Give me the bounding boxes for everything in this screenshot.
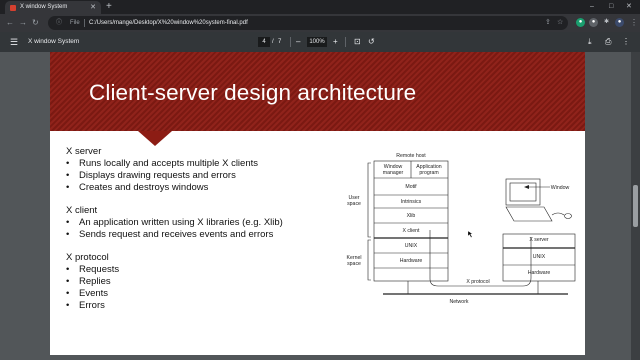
rotate-icon[interactable]: ↺ [368, 32, 375, 52]
page-separator: / [272, 39, 274, 45]
tab-close-icon[interactable]: ✕ [90, 1, 96, 14]
tab-title: X window System [20, 4, 68, 10]
motif-label: Motif [405, 184, 417, 190]
extensions-puzzle-icon[interactable]: ✱ [602, 18, 611, 27]
pdf-favicon-icon [10, 5, 16, 11]
user-space-line2: space [347, 201, 361, 207]
x-protocol-label: X protocol [466, 279, 489, 285]
info-icon[interactable]: ⓘ [56, 16, 62, 30]
extension-gray-icon[interactable]: ● [589, 18, 598, 27]
bullet-item: Creates and destroys windows [66, 182, 336, 194]
window-label: Window [551, 185, 570, 191]
kernel-space-line2: space [347, 261, 361, 267]
print-icon[interactable]: ⎙ [605, 32, 611, 52]
file-scheme-label: File [70, 20, 80, 26]
page-number-input[interactable]: 4 [258, 37, 270, 47]
extension-green-icon[interactable]: ● [576, 18, 585, 27]
scrollbar-thumb[interactable] [633, 185, 638, 227]
toolbar-divider [290, 37, 291, 47]
section-heading: X server [66, 146, 102, 157]
back-arrow-icon[interactable]: ← [6, 17, 14, 29]
close-window-button[interactable]: ✕ [626, 0, 632, 13]
mouse-cursor-icon [467, 230, 473, 238]
bullet-list: X server Runs locally and accepts multip… [66, 146, 336, 312]
intrinsics-label: Intrinsics [401, 199, 422, 205]
bullet-item: Requests [66, 264, 336, 276]
xlib-label: Xlib [407, 213, 416, 219]
download-icon[interactable]: ⤓ [588, 32, 592, 52]
browser-tab[interactable]: X window System ✕ [5, 1, 101, 14]
remote-host-label: Remote host [396, 153, 426, 159]
bullet-item: Events [66, 288, 336, 300]
bullet-item: An application written using X libraries… [66, 217, 336, 229]
bookmark-star-icon[interactable]: ☆ [557, 16, 563, 30]
zoom-out-button[interactable]: – [296, 32, 300, 52]
bullet-item: Replies [66, 276, 336, 288]
x-client-label: X client [402, 228, 420, 234]
slide-title: Client-server design architecture [89, 80, 417, 105]
bullet-item: Runs locally and accepts multiple X clie… [66, 158, 336, 170]
forward-arrow-icon[interactable]: → [19, 17, 27, 29]
address-bar[interactable]: ⓘ File C:/Users/mange/Desktop/X%20window… [48, 16, 568, 30]
unix-right-label: UNIX [533, 254, 546, 260]
architecture-diagram: Remote host Window manager Application p… [347, 153, 576, 305]
share-icon[interactable]: ⇪ [545, 16, 551, 30]
new-tab-button[interactable]: + [106, 0, 112, 14]
hardware-left-label: Hardware [400, 258, 423, 264]
title-banner: Client-server design architecture [50, 52, 585, 131]
x-server-label: X server [529, 237, 549, 243]
toolbar-divider [345, 37, 346, 47]
bullet-item: Sends request and receives events and er… [66, 229, 336, 241]
pdf-page: Client-server design architecture X serv… [50, 52, 585, 355]
browser-menu-icon[interactable]: ⋮ [630, 17, 638, 29]
section-heading: X client [66, 205, 98, 216]
network-label: Network [449, 299, 468, 305]
hamburger-menu-icon[interactable]: ☰ [10, 35, 18, 49]
application-program-line2: program [419, 170, 438, 176]
url-text[interactable]: C:/Users/mange/Desktop/X%20window%20syst… [89, 16, 248, 30]
address-separator [84, 19, 85, 27]
window-manager-line2: manager [383, 170, 404, 176]
maximize-button[interactable]: □ [609, 0, 613, 13]
banner-notch [138, 131, 172, 146]
section-heading: X protocol [66, 252, 109, 263]
zoom-input[interactable]: 100% [307, 37, 327, 47]
bullet-item: Errors [66, 300, 336, 312]
pdf-toolbar: ☰ X window System 4 / 7 – 100% + ⊡ ↺ ⤓ ⎙… [0, 32, 640, 52]
browser-tab-strip: X window System ✕ + – □ ✕ [0, 0, 640, 14]
bullet-item: Displays drawing requests and errors [66, 170, 336, 182]
reload-icon[interactable]: ↻ [32, 17, 39, 29]
zoom-in-button[interactable]: + [333, 32, 338, 52]
hardware-right-label: Hardware [528, 270, 551, 276]
minimize-button[interactable]: – [590, 0, 594, 13]
total-pages: 7 [278, 39, 282, 45]
fit-page-icon[interactable]: ⊡ [354, 32, 361, 52]
browser-toolbar: ← → ↻ ⓘ File C:/Users/mange/Desktop/X%20… [0, 14, 640, 32]
more-options-icon[interactable]: ⋮ [622, 32, 630, 52]
pdf-title: X window System [28, 38, 80, 45]
unix-left-label: UNIX [405, 243, 418, 249]
profile-avatar[interactable]: ● [615, 18, 624, 27]
